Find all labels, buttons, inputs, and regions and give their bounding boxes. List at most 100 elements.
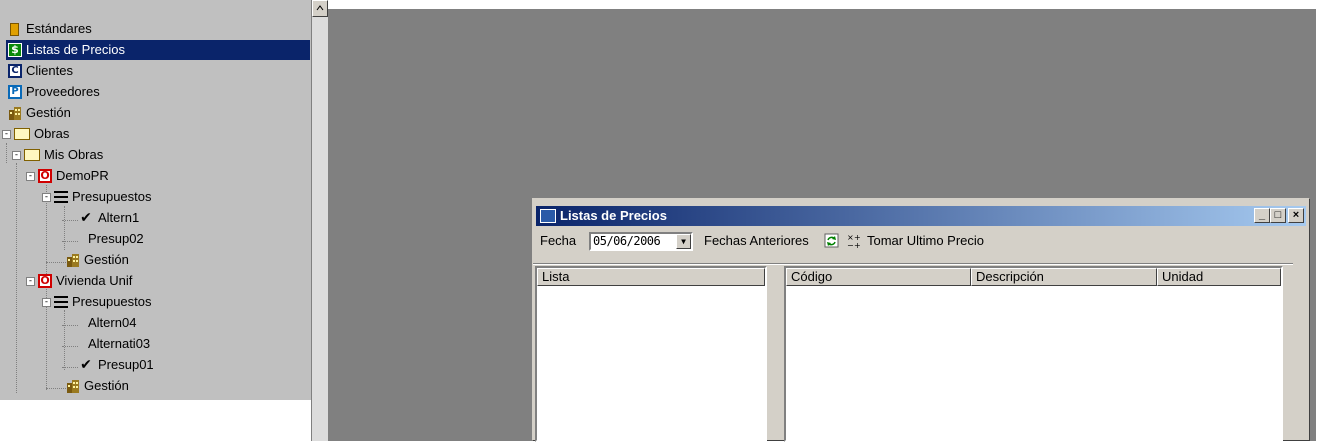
collapse-icon[interactable]: - bbox=[2, 129, 11, 139]
fecha-label: Fecha bbox=[540, 233, 577, 248]
tree-line bbox=[64, 310, 65, 370]
p-icon: P bbox=[8, 85, 22, 99]
tree-item-label: Clientes bbox=[26, 63, 73, 78]
tree-line bbox=[6, 143, 7, 163]
tree-line bbox=[62, 325, 78, 326]
fecha-date-picker[interactable]: 05/06/2006 ▼ bbox=[589, 232, 693, 251]
tree-line bbox=[62, 367, 78, 368]
tree-item-label: Alternati03 bbox=[88, 336, 151, 351]
c-icon: C bbox=[8, 64, 22, 78]
window-border bbox=[1316, 0, 1320, 441]
maximize-button[interactable]: □ bbox=[1270, 208, 1286, 223]
tree-item-label: Presupuestos bbox=[72, 294, 152, 309]
tree-line bbox=[62, 241, 78, 242]
list-icon bbox=[54, 296, 68, 308]
tree-item-altern1[interactable]: ✔ Altern1 bbox=[79, 208, 299, 228]
svg-text:+: + bbox=[854, 241, 861, 249]
tree-item-mis-obras[interactable]: - Mis Obras bbox=[12, 145, 302, 165]
tree-item-gestion-vivienda[interactable]: Gestión bbox=[66, 376, 296, 396]
price-items-listview[interactable]: Código Descripción Unidad bbox=[784, 266, 1283, 442]
fechas-anteriores-button[interactable]: Fechas Anteriores bbox=[704, 230, 809, 252]
price-lists-listview[interactable]: Lista bbox=[535, 266, 767, 442]
tree-line bbox=[62, 346, 78, 347]
obra-icon: O bbox=[38, 274, 52, 288]
tree-item-label: Presup02 bbox=[88, 231, 144, 246]
tomar-ultimo-precio-button[interactable]: Tomar Ultimo Precio bbox=[867, 230, 984, 252]
column-header-codigo[interactable]: Código bbox=[786, 268, 971, 286]
toolbar: Fecha 05/06/2006 ▼ Fechas Anteriores × + −… bbox=[540, 230, 1300, 252]
tree-scrollbar[interactable] bbox=[311, 0, 328, 441]
tree-item-label: DemoPR bbox=[56, 168, 109, 183]
tree-item-proveedores[interactable]: P Proveedores bbox=[8, 82, 308, 102]
tree-line bbox=[64, 206, 65, 250]
window-title: Listas de Precios bbox=[560, 208, 667, 223]
building-icon bbox=[8, 106, 22, 120]
close-button[interactable]: × bbox=[1288, 208, 1304, 223]
tree-item-label: Obras bbox=[34, 126, 70, 141]
tree-line bbox=[46, 388, 66, 389]
book-icon bbox=[10, 22, 19, 36]
check-icon: ✔ bbox=[80, 210, 92, 226]
tree-item-label: Altern04 bbox=[88, 315, 137, 330]
tree-line bbox=[46, 262, 66, 263]
tree-line bbox=[62, 220, 78, 221]
tree-item-presup01[interactable]: ✔ Presup01 bbox=[79, 355, 299, 375]
obra-icon: O bbox=[38, 169, 52, 183]
tree-item-demopr[interactable]: - O DemoPR bbox=[26, 166, 306, 186]
tree-item-label: Estándares bbox=[26, 21, 92, 36]
collapse-icon[interactable]: - bbox=[12, 150, 21, 160]
fecha-value: 05/06/2006 bbox=[593, 234, 661, 248]
tree-item-altern04[interactable]: Altern04 bbox=[88, 313, 298, 333]
tree-pane[interactable]: Estándares $ Listas de Precios C Cliente… bbox=[0, 0, 311, 441]
tree-item-label: Gestión bbox=[84, 252, 129, 267]
tree-empty-area bbox=[0, 400, 311, 441]
tree-item-estandares[interactable]: Estándares bbox=[8, 19, 308, 39]
tree-item-listas-de-precios[interactable]: $ Listas de Precios bbox=[6, 40, 310, 60]
tree-item-vivienda-unif[interactable]: - O Vivienda Unif bbox=[26, 271, 306, 291]
column-header-unidad[interactable]: Unidad bbox=[1157, 268, 1281, 286]
window-titlebar[interactable]: Listas de Precios _ □ × bbox=[536, 206, 1306, 226]
listview-header: Código Descripción Unidad bbox=[786, 268, 1281, 286]
collapse-icon[interactable]: - bbox=[26, 171, 35, 181]
folder-icon bbox=[14, 128, 30, 140]
building-icon bbox=[66, 253, 80, 267]
dropdown-arrow-icon[interactable]: ▼ bbox=[676, 234, 691, 249]
tree-item-label: Mis Obras bbox=[44, 147, 104, 162]
column-header-descripcion[interactable]: Descripción bbox=[971, 268, 1157, 286]
tree-item-obras[interactable]: - Obras bbox=[2, 124, 302, 144]
svg-text:−: − bbox=[847, 241, 854, 249]
refresh-icon[interactable] bbox=[824, 233, 840, 249]
tree-item-label: Presupuestos bbox=[72, 189, 152, 204]
scroll-up-icon[interactable] bbox=[312, 0, 328, 17]
building-icon bbox=[66, 379, 80, 393]
toolbar-separator bbox=[533, 263, 1293, 265]
calculate-icon[interactable]: × + − + bbox=[846, 233, 862, 250]
tree-item-label: Gestión bbox=[26, 105, 71, 120]
tree-item-label: Gestión bbox=[84, 378, 129, 393]
tree-item-label: Listas de Precios bbox=[26, 42, 125, 57]
dollar-icon: $ bbox=[8, 43, 22, 57]
minimize-button[interactable]: _ bbox=[1254, 208, 1270, 223]
tree-item-clientes[interactable]: C Clientes bbox=[8, 61, 308, 81]
tree-item-label: Presup01 bbox=[98, 357, 154, 372]
tree-item-presup02[interactable]: Presup02 bbox=[88, 229, 298, 249]
listview-header: Lista bbox=[537, 268, 765, 286]
collapse-icon[interactable]: - bbox=[42, 192, 51, 202]
tree-item-presupuestos-vivienda[interactable]: - Presupuestos bbox=[42, 292, 302, 312]
collapse-icon[interactable]: - bbox=[42, 297, 51, 307]
tree-item-label: Altern1 bbox=[98, 210, 140, 225]
tree-item-label: Vivienda Unif bbox=[56, 273, 133, 288]
app-icon bbox=[540, 209, 556, 223]
folder-icon bbox=[24, 149, 40, 161]
tree-item-gestion[interactable]: Gestión bbox=[8, 103, 308, 123]
tree-line bbox=[16, 163, 17, 393]
column-header-lista[interactable]: Lista bbox=[537, 268, 765, 286]
tree-item-presupuestos[interactable]: - Presupuestos bbox=[42, 187, 302, 207]
collapse-icon[interactable]: - bbox=[26, 276, 35, 286]
check-icon: ✔ bbox=[80, 357, 92, 373]
tree-item-label: Proveedores bbox=[26, 84, 100, 99]
list-icon bbox=[54, 191, 68, 203]
tree-item-gestion-demopr[interactable]: Gestión bbox=[66, 250, 296, 270]
price-lists-window[interactable]: Listas de Precios _ □ × Fecha 05/06/2006… bbox=[532, 198, 1310, 442]
tree-item-alternati03[interactable]: Alternati03 bbox=[88, 334, 298, 354]
